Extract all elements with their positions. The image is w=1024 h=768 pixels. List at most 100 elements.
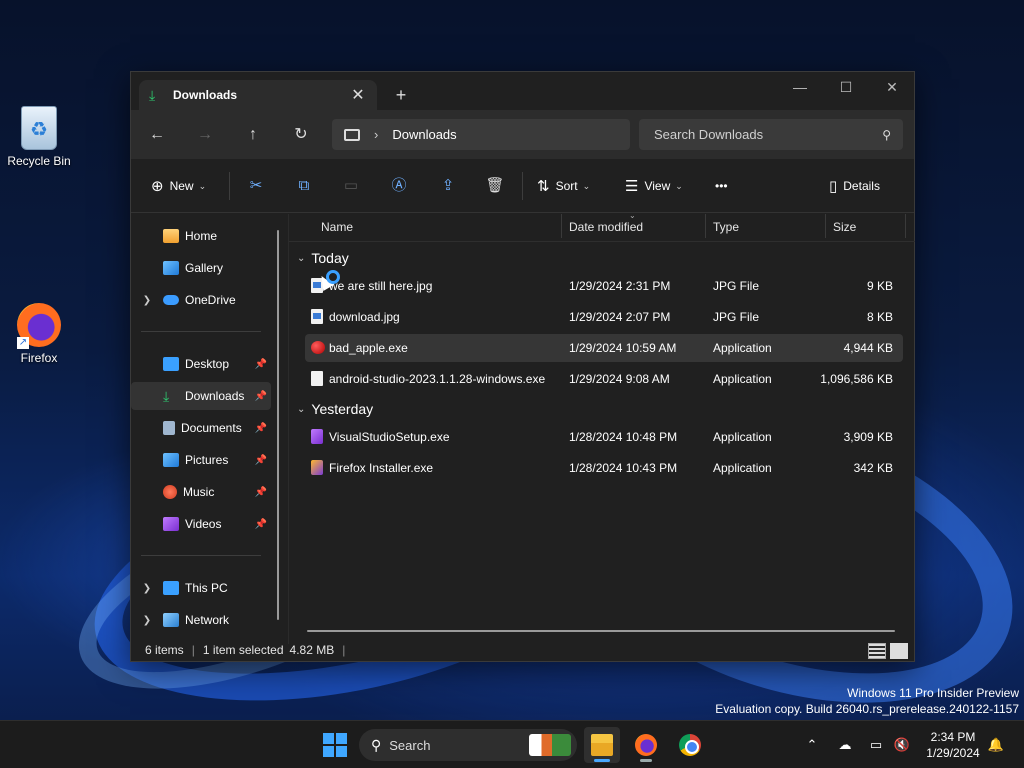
pin-icon[interactable]: 📌 [255, 519, 267, 530]
notification-bell-icon[interactable]: 🔔 [986, 735, 1006, 755]
desktop-icon-recycle-bin[interactable]: Recycle Bin [1, 106, 77, 168]
share-icon[interactable]: ⇪ [435, 174, 461, 198]
horizontal-scrollbar[interactable] [307, 630, 895, 632]
new-tab-button[interactable]: + [389, 84, 413, 108]
file-date: 1/29/2024 9:08 AM [569, 372, 670, 386]
address-bar[interactable]: › Downloads [332, 119, 630, 150]
network-icon[interactable]: ▭ [866, 735, 886, 755]
taskbar-file-explorer[interactable] [584, 727, 620, 763]
refresh-button[interactable]: ↻ [288, 122, 314, 148]
file-row-selected[interactable]: bad_apple.exe 1/29/2024 10:59 AM Applica… [305, 334, 903, 362]
start-button[interactable] [323, 733, 347, 757]
sidebar-item-pictures[interactable]: Pictures 📌 [131, 446, 271, 474]
chevron-right-icon[interactable]: ❯ [131, 583, 163, 594]
sidebar-item-videos[interactable]: Videos 📌 [131, 510, 271, 538]
sidebar-item-home[interactable]: Home [131, 222, 271, 250]
chevron-right-icon[interactable]: ❯ [131, 295, 163, 306]
sidebar-scrollbar[interactable] [277, 230, 279, 620]
view-label: View [644, 179, 671, 193]
copy-icon[interactable]: ⧉ [291, 174, 317, 198]
file-type: Application [713, 430, 772, 444]
taskbar-firefox[interactable] [628, 727, 664, 763]
column-divider[interactable] [561, 214, 562, 238]
sidebar-item-network[interactable]: ❯ Network [131, 606, 271, 634]
desktop-icon-firefox[interactable]: ↗ Firefox [1, 303, 77, 365]
sidebar-divider [141, 555, 261, 556]
pin-icon[interactable]: 📌 [255, 391, 267, 402]
sidebar-item-documents[interactable]: Documents 📌 [131, 414, 271, 442]
file-row[interactable]: VisualStudioSetup.exe 1/28/2024 10:48 PM… [305, 423, 903, 451]
sidebar-item-music[interactable]: Music 📌 [131, 478, 271, 506]
sidebar-item-this-pc[interactable]: ❯ This PC [131, 574, 271, 602]
sort-label: Sort [555, 179, 578, 193]
column-date-modified[interactable]: Date modified [569, 220, 643, 234]
rename-icon[interactable]: Ⓐ [386, 174, 412, 198]
column-type[interactable]: Type [713, 220, 739, 234]
column-divider[interactable] [905, 214, 906, 238]
onedrive-offline-icon[interactable]: ☁ [835, 735, 855, 755]
paste-icon[interactable]: ▭ [338, 174, 364, 198]
group-header-yesterday[interactable]: ⌄ Yesterday [297, 401, 373, 417]
sidebar-item-gallery[interactable]: Gallery [131, 254, 271, 282]
group-header-today[interactable]: ⌄ Today [297, 250, 349, 266]
status-bar: 6 items | 1 item selected 4.82 MB | [131, 638, 914, 662]
chevron-down-icon: ⌄ [297, 252, 306, 264]
file-explorer-window: ⤓ Downloads ✕ + — ☐ ✕ ← → ↑ ↻ › Download… [130, 71, 915, 662]
sidebar-item-label: Downloads [185, 389, 245, 403]
file-size: 3,909 KB [843, 430, 893, 444]
firefox-installer-icon [311, 460, 323, 475]
breadcrumb-separator[interactable]: › [374, 127, 378, 142]
up-button[interactable]: ↑ [240, 122, 266, 148]
system-clock[interactable]: 2:34 PM 1/29/2024 [920, 729, 986, 761]
sidebar-item-desktop[interactable]: Desktop 📌 [131, 350, 271, 378]
sort-caret-icon: ⌄ [629, 211, 636, 220]
file-row[interactable]: android-studio-2023.1.1.28-windows.exe 1… [305, 365, 903, 393]
chevron-right-icon[interactable]: ❯ [131, 615, 163, 626]
taskbar-chrome[interactable] [672, 727, 708, 763]
pictures-icon [163, 453, 179, 467]
column-divider[interactable] [825, 214, 826, 238]
chevron-down-icon: ⌄ [198, 180, 207, 191]
search-highlight-icon [529, 734, 571, 756]
view-icon: ☰ [625, 178, 639, 195]
taskbar-search[interactable]: ⚲ Search [359, 729, 577, 761]
pin-icon[interactable]: 📌 [255, 423, 267, 434]
volume-muted-icon[interactable]: 🔇 [892, 735, 912, 755]
more-options-button[interactable]: ••• [715, 174, 728, 198]
file-name: we are still here.jpg [329, 279, 433, 293]
view-button[interactable]: ☰ View ⌄ [625, 174, 683, 198]
home-icon [163, 229, 179, 243]
breadcrumb-downloads[interactable]: Downloads [392, 127, 456, 142]
column-size[interactable]: Size [833, 220, 856, 234]
details-pane-button[interactable]: ▯ Details [829, 174, 880, 198]
file-name: Firefox Installer.exe [329, 461, 434, 475]
sidebar-item-onedrive[interactable]: ❯ OneDrive [131, 286, 271, 314]
delete-icon[interactable]: 🗑 [482, 174, 508, 198]
minimize-button[interactable]: — [777, 74, 823, 100]
maximize-button[interactable]: ☐ [823, 74, 869, 100]
file-row[interactable]: download.jpg 1/29/2024 2:07 PM JPG File … [305, 303, 903, 331]
back-button[interactable]: ← [144, 122, 170, 148]
pin-icon[interactable]: 📌 [255, 487, 267, 498]
pin-icon[interactable]: 📌 [255, 359, 267, 370]
cut-icon[interactable]: ✂ [243, 174, 269, 198]
sidebar-item-downloads[interactable]: ⤓ Downloads 📌 [131, 382, 271, 410]
close-button[interactable]: ✕ [869, 74, 915, 100]
column-divider[interactable] [705, 214, 706, 238]
new-button[interactable]: ⊕ New ⌄ [151, 174, 206, 198]
tab-close-button[interactable]: ✕ [349, 85, 367, 105]
file-row[interactable]: we are still here.jpg 1/29/2024 2:31 PM … [305, 272, 903, 300]
chevron-up-icon[interactable]: ⌃ [802, 735, 822, 755]
tab-downloads[interactable]: ⤓ Downloads ✕ [139, 80, 377, 110]
search-placeholder: Search Downloads [654, 127, 764, 142]
sort-button[interactable]: ⇅ Sort ⌄ [537, 174, 590, 198]
column-name[interactable]: Name [321, 220, 353, 234]
pin-icon[interactable]: 📌 [255, 455, 267, 466]
group-label: Yesterday [311, 401, 374, 417]
forward-button[interactable]: → [192, 122, 218, 148]
title-bar: ⤓ Downloads ✕ + — ☐ ✕ [131, 72, 914, 110]
file-row[interactable]: Firefox Installer.exe 1/28/2024 10:43 PM… [305, 454, 903, 482]
tiles-view-toggle[interactable] [890, 643, 908, 659]
search-input[interactable]: Search Downloads ⚲ [639, 119, 903, 150]
details-view-toggle[interactable] [868, 643, 886, 659]
